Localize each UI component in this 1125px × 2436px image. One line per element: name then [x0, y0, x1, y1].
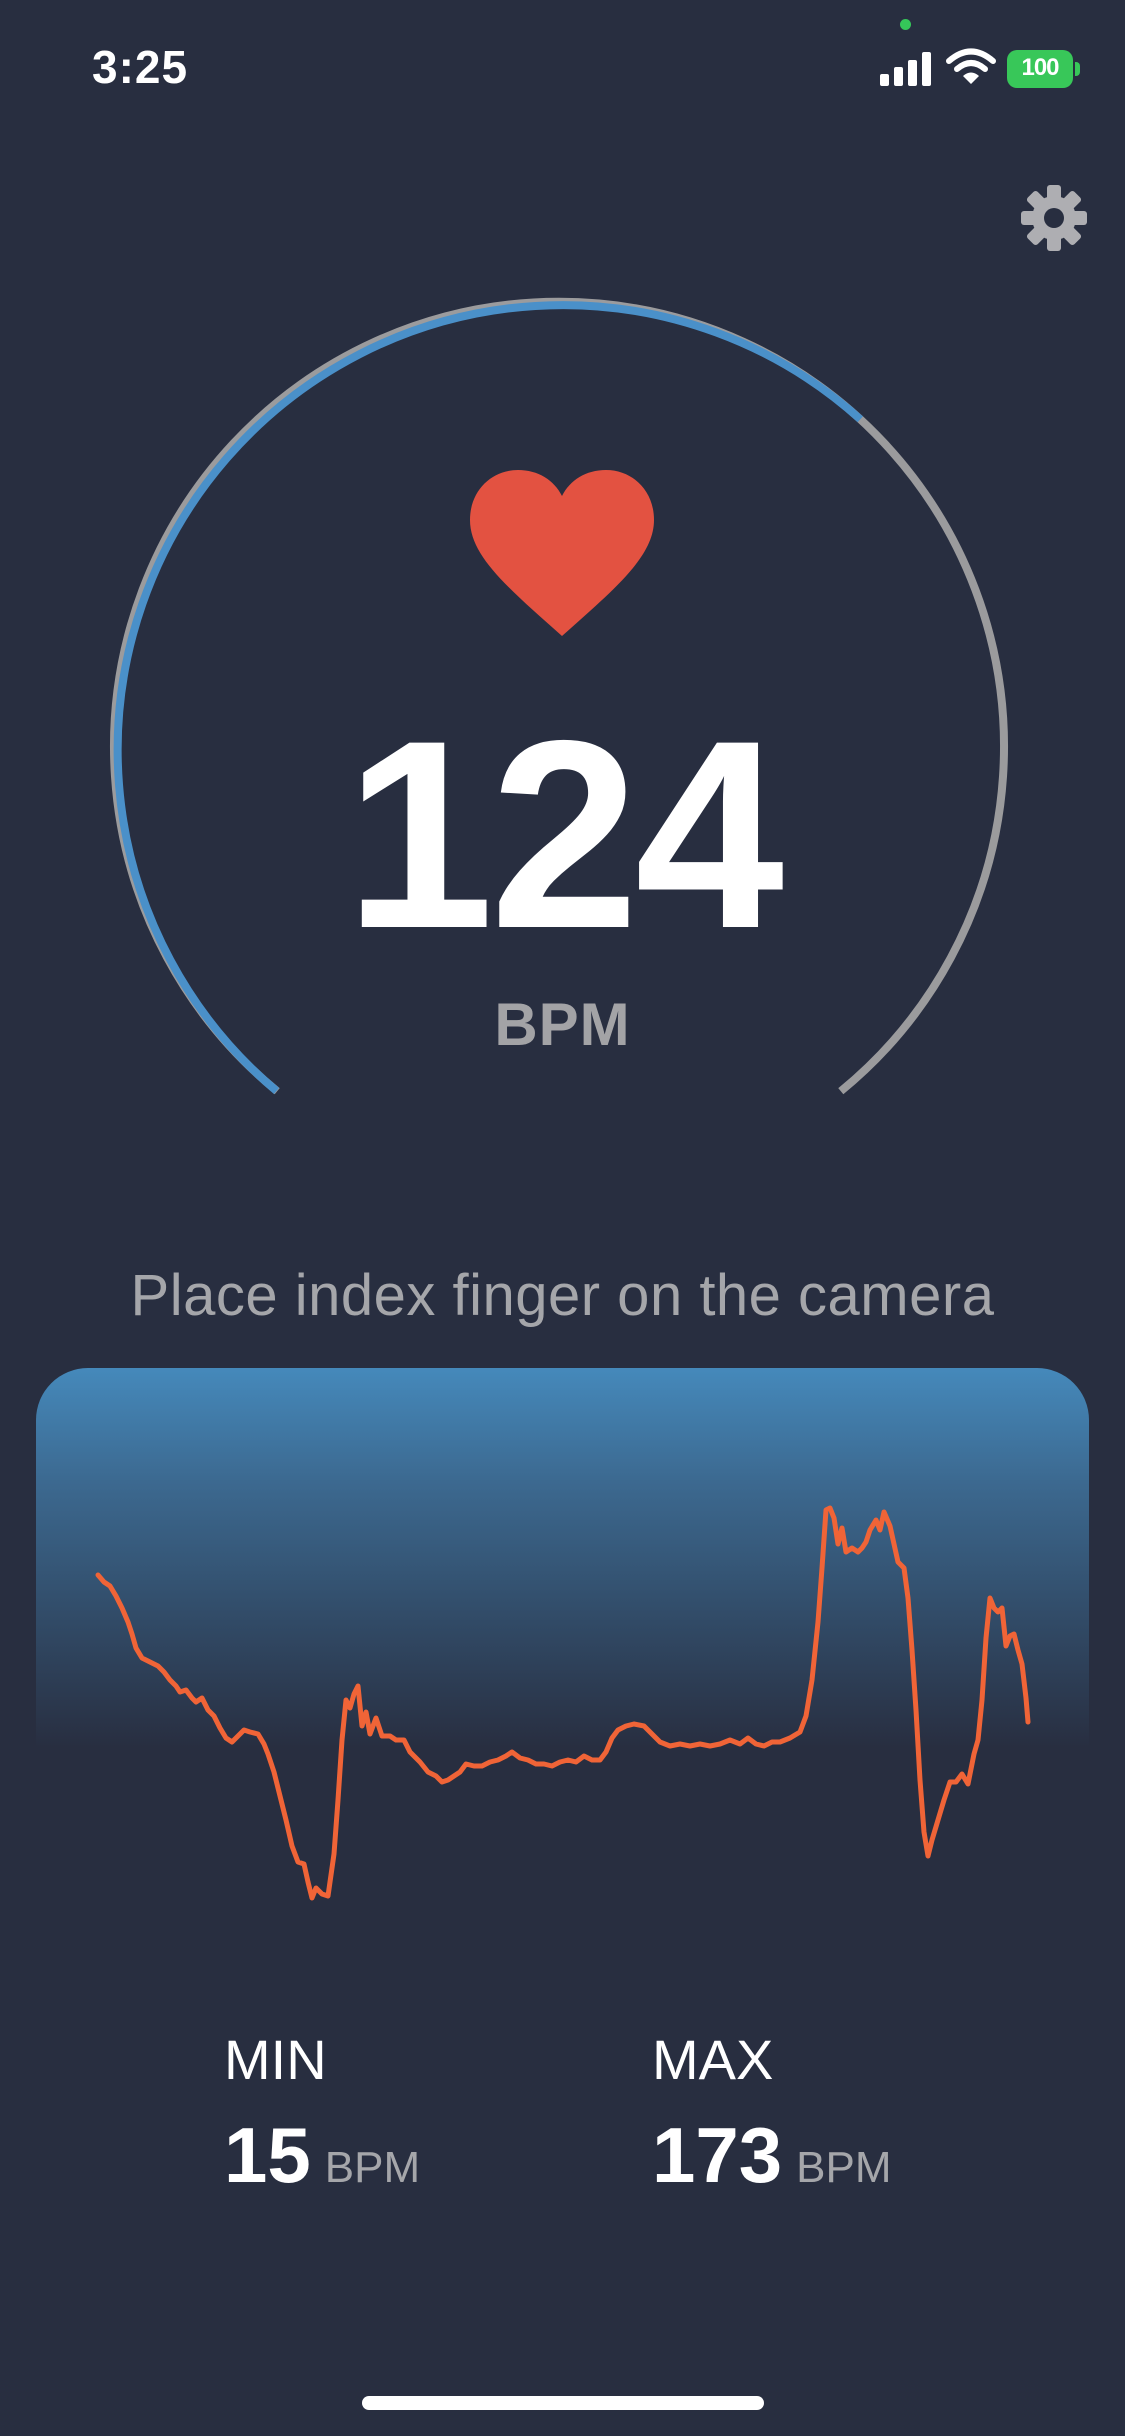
home-indicator[interactable]: [362, 2396, 764, 2410]
heart-rate-unit: BPM: [494, 991, 631, 1058]
min-value: 15: [224, 2111, 311, 2199]
instruction-text: Place index finger on the camera: [130, 1263, 995, 1328]
heart-rate-value: 124: [344, 684, 784, 984]
min-label: MIN: [224, 2028, 327, 2091]
heart-icon: [470, 470, 654, 636]
max-label: MAX: [652, 2028, 774, 2091]
min-stat: MIN 15 BPM: [224, 2032, 420, 2201]
pulse-graph-panel: [36, 1368, 1089, 1748]
min-unit: BPM: [324, 2143, 421, 2192]
max-unit: BPM: [796, 2143, 892, 2192]
max-value: 173: [652, 2111, 783, 2199]
max-stat: MAX 173 BPM: [652, 2032, 892, 2201]
